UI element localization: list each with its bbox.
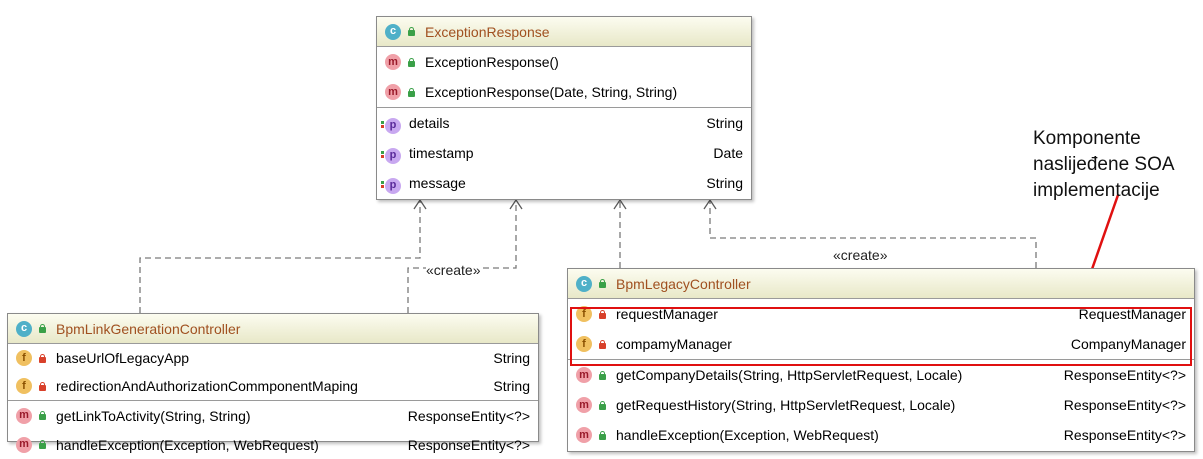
method-row[interactable]: m handleException(Exception, WebRequest)…: [8, 430, 538, 459]
public-icon: [598, 279, 607, 288]
class-exception-response[interactable]: c ExceptionResponse m ExceptionResponse(…: [376, 16, 752, 200]
property-row[interactable]: p details String: [377, 108, 751, 138]
method-icon: m: [385, 54, 401, 70]
field-name: baseUrlOfLegacyApp: [56, 350, 190, 366]
public-icon: [407, 57, 416, 67]
field-type: String: [493, 350, 530, 366]
field-row[interactable]: f baseUrlOfLegacyApp String: [8, 344, 538, 372]
method-row[interactable]: m getRequestHistory(String, HttpServletR…: [568, 390, 1194, 420]
class-title: BpmLinkGenerationController: [56, 320, 241, 337]
annotation-line: implementacije: [1033, 180, 1160, 201]
class-icon: c: [16, 320, 32, 337]
fields-section: f baseUrlOfLegacyApp String f redirectio…: [8, 344, 538, 401]
public-icon: [38, 411, 47, 420]
method-icon: m: [16, 407, 32, 424]
properties-section: p details String p timestamp Date p mess…: [377, 108, 751, 198]
method-return-type: ResponseEntity<?>: [1063, 367, 1186, 383]
method-name: getCompanyDetails(String, HttpServletReq…: [616, 367, 963, 383]
property-type: String: [706, 115, 743, 131]
method-name: handleException(Exception, WebRequest): [56, 436, 319, 453]
create-label-left: «create»: [426, 262, 481, 278]
method-name: handleException(Exception, WebRequest): [616, 427, 879, 443]
public-icon: [38, 324, 47, 333]
method-return-type: ResponseEntity<?>: [407, 436, 530, 453]
field-name: redirectionAndAuthorizationCommponentMap…: [56, 378, 358, 394]
field-type: String: [493, 378, 530, 394]
field-icon: f: [16, 350, 32, 366]
method-name: ExceptionResponse(): [425, 54, 559, 70]
private-icon: [38, 353, 47, 363]
method-icon: m: [576, 367, 592, 383]
method-row[interactable]: m ExceptionResponse(Date, String, String…: [377, 77, 751, 107]
public-icon: [407, 27, 416, 36]
method-return-type: ResponseEntity<?>: [407, 407, 530, 424]
class-bpm-link-generation-controller[interactable]: c BpmLinkGenerationController f baseUrlO…: [7, 313, 539, 453]
method-name: ExceptionResponse(Date, String, String): [425, 84, 678, 100]
class-title: ExceptionResponse: [425, 23, 550, 40]
field-icon: f: [16, 378, 32, 394]
methods-section: m getLinkToActivity(String, String) Resp…: [8, 401, 538, 459]
method-row[interactable]: m getLinkToActivity(String, String) Resp…: [8, 401, 538, 430]
property-name: timestamp: [409, 145, 474, 161]
method-icon: m: [385, 84, 401, 100]
property-name: details: [409, 115, 450, 131]
public-icon: [38, 440, 47, 449]
property-name: message: [409, 175, 466, 191]
public-icon: [598, 400, 607, 410]
edge-link-create-response: [407, 200, 517, 313]
annotation-line: naslijeđene SOA: [1033, 154, 1175, 175]
method-name: getRequestHistory(String, HttpServletReq…: [616, 397, 956, 413]
method-return-type: ResponseEntity<?>: [1063, 427, 1186, 443]
public-icon: [407, 87, 416, 97]
property-icon: p: [381, 145, 401, 164]
class-icon: c: [385, 23, 401, 40]
class-icon: c: [576, 275, 592, 292]
property-icon: p: [381, 115, 401, 134]
property-type: String: [706, 175, 743, 191]
public-icon: [598, 430, 607, 440]
class-header: c BpmLinkGenerationController: [8, 314, 538, 344]
annotation-text: Komponente naslijeđene SOA implementacij…: [1033, 126, 1175, 204]
inherited-fields-highlight: [570, 307, 1192, 366]
public-icon: [598, 370, 607, 380]
class-title: BpmLegacyController: [616, 275, 751, 292]
constructors-section: m ExceptionResponse() m ExceptionRespons…: [377, 47, 751, 108]
annotation-line: Komponente: [1033, 128, 1141, 149]
method-icon: m: [576, 427, 592, 443]
property-icon: p: [381, 175, 401, 194]
private-icon: [38, 381, 47, 391]
method-name: getLinkToActivity(String, String): [56, 407, 251, 424]
method-icon: m: [16, 436, 32, 453]
class-header: c ExceptionResponse: [377, 17, 751, 47]
edge-link-to-response: [139, 200, 421, 313]
create-label-right: «create»: [833, 247, 888, 263]
class-header: c BpmLegacyController: [568, 269, 1194, 299]
method-icon: m: [576, 397, 592, 413]
method-row[interactable]: m handleException(Exception, WebRequest)…: [568, 420, 1194, 450]
property-row[interactable]: p timestamp Date: [377, 138, 751, 168]
property-type: Date: [713, 145, 743, 161]
method-return-type: ResponseEntity<?>: [1063, 397, 1186, 413]
methods-section: m getCompanyDetails(String, HttpServletR…: [568, 360, 1194, 450]
property-row[interactable]: p message String: [377, 168, 751, 198]
method-row[interactable]: m ExceptionResponse(): [377, 47, 751, 77]
field-row[interactable]: f redirectionAndAuthorizationCommponentM…: [8, 372, 538, 400]
